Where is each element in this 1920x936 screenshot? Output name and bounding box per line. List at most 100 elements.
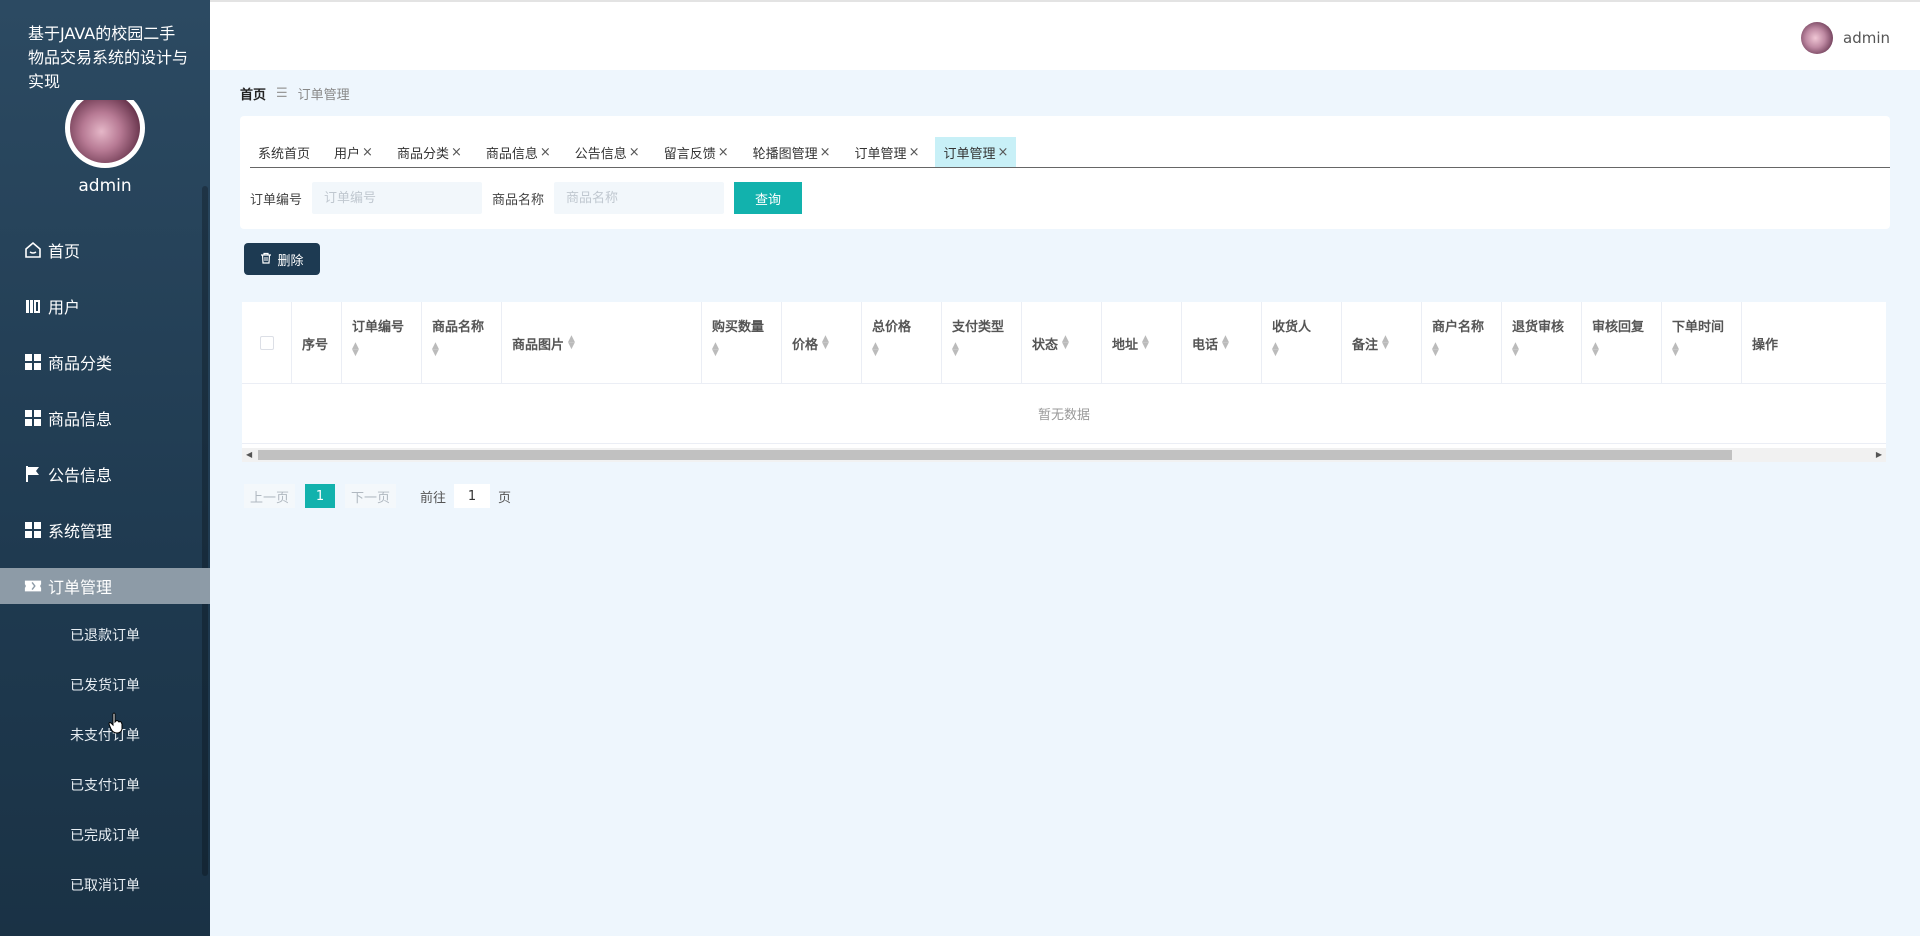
sort-icon[interactable]: ▲ ▼ (1512, 342, 1571, 358)
scroll-right-icon[interactable]: ▶ (1876, 448, 1882, 462)
breadcrumb-home[interactable]: 首页 (240, 84, 266, 103)
sort-icon[interactable]: ▲ ▼ (1222, 335, 1229, 351)
sidebar-item-label: 用户 (48, 298, 81, 317)
tab-notice[interactable]: 公告信息 × (567, 137, 648, 167)
column-header[interactable]: 状态 ▲ ▼ (1022, 302, 1102, 384)
sort-icon[interactable]: ▲ ▼ (822, 335, 829, 351)
sort-icon[interactable]: ▲ ▼ (1062, 335, 1069, 351)
delete-button[interactable]: 删除 (244, 243, 320, 275)
sort-icon[interactable]: ▲ ▼ (568, 335, 575, 351)
column-header[interactable]: 商品图片 ▲ ▼ (502, 302, 702, 384)
close-icon[interactable]: × (909, 145, 920, 160)
hand-cursor-icon (108, 712, 123, 734)
column-header[interactable]: 电话 ▲ ▼ (1182, 302, 1262, 384)
tab-goods-info[interactable]: 商品信息 × (478, 137, 559, 167)
column-header[interactable]: 价格 ▲ ▼ (782, 302, 862, 384)
sort-icon[interactable]: ▲ ▼ (952, 342, 1011, 358)
column-header[interactable]: 地址 ▲ ▼ (1102, 302, 1182, 384)
column-header[interactable]: 总价格 ▲ ▼ (862, 302, 942, 384)
table-header: 序号 订单编号 ▲ ▼ 商品名称 ▲ ▼ 商品图片 ▲ ▼ 购买数量 ▲ ▼ 价格 ▲ ▼ 总价格 ▲… (242, 302, 1886, 384)
top-username: admin (1843, 29, 1890, 47)
close-icon[interactable]: × (629, 145, 640, 160)
tab-orders[interactable]: 订单管理 × (847, 137, 928, 167)
sort-icon[interactable]: ▲ ▼ (1382, 335, 1389, 351)
sidebar-item-orders[interactable]: 订单管理 (0, 568, 210, 604)
close-icon[interactable]: × (718, 145, 729, 160)
sort-icon[interactable]: ▲ ▼ (872, 342, 931, 358)
sort-icon[interactable]: ▲ ▼ (1142, 335, 1149, 351)
goto-page-input[interactable] (454, 484, 491, 508)
sort-icon[interactable]: ▲ ▼ (352, 342, 411, 358)
prev-page-button[interactable]: 上一页 (244, 484, 296, 508)
select-all-checkbox[interactable] (259, 336, 274, 350)
tab-label: 用户 (334, 146, 361, 162)
sort-icon[interactable]: ▲ ▼ (1272, 342, 1331, 358)
submenu-item-unpaid[interactable]: 未支付订单 (0, 710, 210, 760)
submenu-item-refunded[interactable]: 已退款订单 (0, 610, 210, 660)
scrollbar-thumb[interactable] (258, 450, 1732, 460)
sidebar-item-notice[interactable]: 公告信息 (0, 446, 210, 502)
sidebar-item-goods-info[interactable]: 商品信息 (0, 390, 210, 446)
tab-carousel[interactable]: 轮播图管理 × (745, 137, 839, 167)
scroll-left-icon[interactable]: ◀ (246, 448, 252, 462)
order-no-label: 订单编号 (250, 192, 303, 208)
close-icon[interactable]: × (540, 145, 551, 160)
column-header[interactable]: 订单编号 ▲ ▼ (342, 302, 422, 384)
submenu-item-completed[interactable]: 已完成订单 (0, 810, 210, 860)
sidebar-item-goods-category[interactable]: 商品分类 (0, 334, 210, 390)
sidebar-item-users[interactable]: 用户 (0, 278, 210, 334)
sort-icon[interactable]: ▲ ▼ (1672, 342, 1731, 358)
sort-icon[interactable]: ▲ ▼ (1432, 342, 1491, 358)
home-icon (24, 241, 42, 259)
column-header[interactable]: 购买数量 ▲ ▼ (702, 302, 782, 384)
sidebar-item-label: 系统管理 (48, 522, 113, 541)
breadcrumb-current: 订单管理 (297, 88, 350, 103)
submenu-item-paid[interactable]: 已支付订单 (0, 760, 210, 810)
page-number[interactable]: 1 (305, 484, 336, 508)
tab-label: 商品信息 (485, 146, 538, 162)
close-icon[interactable]: × (362, 145, 373, 160)
top-user[interactable]: admin (1801, 22, 1890, 54)
submenu-item-shipped[interactable]: 已发货订单 (0, 660, 210, 710)
book-icon (24, 297, 42, 315)
column-header[interactable]: 备注 ▲ ▼ (1342, 302, 1422, 384)
tab-users[interactable]: 用户 × (326, 137, 381, 167)
close-icon[interactable]: × (820, 145, 831, 160)
orders-table: 序号 订单编号 ▲ ▼ 商品名称 ▲ ▼ 商品图片 ▲ ▼ 购买数量 ▲ ▼ 价格 ▲ ▼ 总价格 ▲… (242, 302, 1886, 462)
next-page-button[interactable]: 下一页 (345, 484, 397, 508)
column-header[interactable]: 商户名称 ▲ ▼ (1422, 302, 1502, 384)
close-icon[interactable]: × (451, 145, 462, 160)
avatar[interactable] (1801, 22, 1833, 54)
tab-orders-active[interactable]: 订单管理 × (935, 137, 1017, 167)
query-button[interactable]: 查询 (734, 182, 803, 214)
sidebar-item-home[interactable]: 首页 (0, 222, 210, 278)
column-header[interactable]: 审核回复 ▲ ▼ (1582, 302, 1662, 384)
avatar (65, 100, 145, 172)
order-no-input[interactable] (312, 182, 483, 214)
sidebar-username: admin (78, 176, 132, 196)
tab-goods-category[interactable]: 商品分类 × (389, 137, 470, 167)
page-suffix: 页 (498, 490, 512, 506)
tab-label: 订单管理 (943, 146, 996, 162)
tab-feedback[interactable]: 留言反馈 × (656, 137, 737, 167)
column-header[interactable]: 商品名称 ▲ ▼ (422, 302, 502, 384)
table-scrollbar[interactable]: ◀ ▶ (242, 448, 1886, 462)
sort-icon[interactable]: ▲ ▼ (712, 342, 771, 358)
tab-label: 系统首页 (258, 146, 311, 162)
sidebar-item-label: 订单管理 (48, 578, 113, 597)
close-icon[interactable]: × (997, 145, 1008, 160)
column-header: 序号 (292, 302, 342, 384)
breadcrumb-separator: ☰ (276, 86, 288, 101)
tab-label: 订单管理 (854, 146, 907, 162)
goods-name-input[interactable] (554, 182, 725, 214)
column-header[interactable]: 收货人 ▲ ▼ (1262, 302, 1342, 384)
sidebar-item-system[interactable]: 系统管理 (0, 502, 210, 558)
column-header[interactable]: 下单时间 ▲ ▼ (1662, 302, 1742, 384)
submenu-item-cancelled[interactable]: 已取消订单 (0, 860, 210, 910)
sidebar-item-label: 公告信息 (48, 466, 113, 485)
sort-icon[interactable]: ▲ ▼ (432, 342, 491, 358)
tab-system-home[interactable]: 系统首页 (250, 137, 318, 167)
sort-icon[interactable]: ▲ ▼ (1592, 342, 1651, 358)
column-header[interactable]: 退货审核 ▲ ▼ (1502, 302, 1582, 384)
column-header[interactable]: 支付类型 ▲ ▼ (942, 302, 1022, 384)
